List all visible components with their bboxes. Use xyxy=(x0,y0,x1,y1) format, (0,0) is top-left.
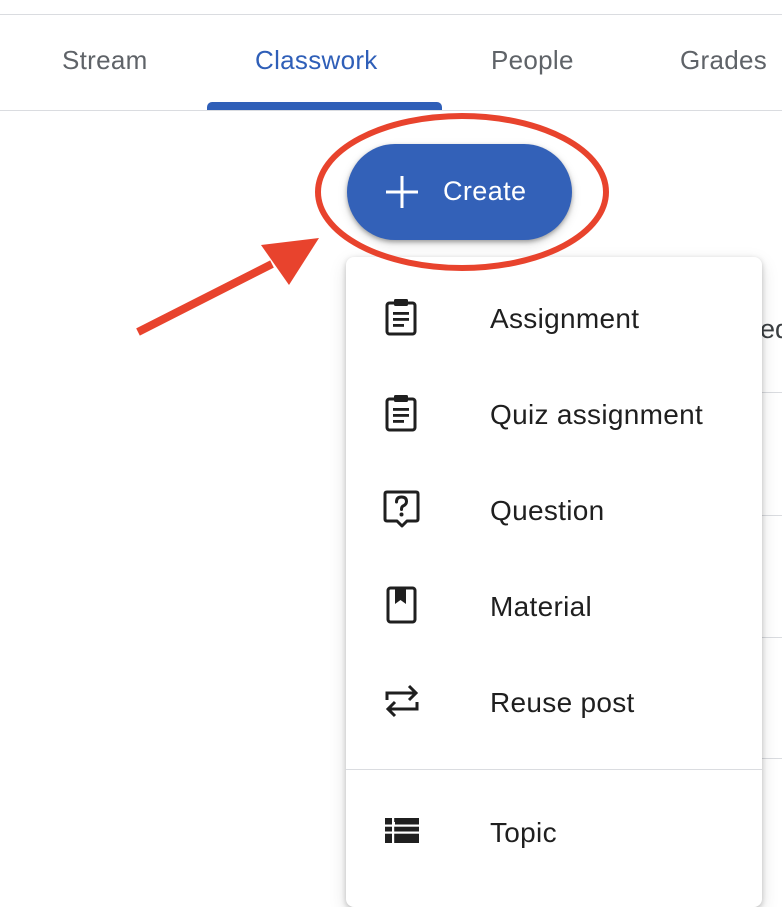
class-tabs: Stream Classwork People Grades xyxy=(0,15,782,111)
tab-people[interactable]: People xyxy=(491,45,574,76)
plus-icon xyxy=(386,176,418,208)
background-list-text: ed xyxy=(760,314,782,344)
tabs-divider xyxy=(0,110,782,111)
menu-item-reuse-post[interactable]: Reuse post xyxy=(346,657,762,753)
menu-item-quiz-assignment[interactable]: Quiz assignment xyxy=(346,369,762,465)
question-icon xyxy=(383,490,420,528)
arrow-head-icon xyxy=(261,238,319,285)
list-divider xyxy=(762,392,782,393)
menu-item-question[interactable]: Question xyxy=(346,465,762,561)
assignment-icon xyxy=(385,299,417,336)
list-divider xyxy=(762,637,782,638)
create-button[interactable]: Create xyxy=(347,144,572,240)
annotation-arrow-shaft xyxy=(136,260,274,336)
menu-item-label: Reuse post xyxy=(490,687,635,718)
reuse-post-icon xyxy=(385,684,419,718)
menu-item-label: Material xyxy=(490,591,592,622)
menu-item-assignment[interactable]: Assignment xyxy=(346,273,762,369)
menu-item-label: Assignment xyxy=(490,303,640,334)
menu-item-label: Topic xyxy=(490,817,557,848)
menu-item-label: Quiz assignment xyxy=(490,399,704,430)
tab-grades[interactable]: Grades xyxy=(680,45,767,76)
tab-classwork[interactable]: Classwork xyxy=(255,45,378,76)
menu-item-topic[interactable]: Topic xyxy=(346,787,762,883)
material-icon xyxy=(386,586,417,624)
menu-item-label: Question xyxy=(490,495,605,526)
menu-divider xyxy=(346,769,762,770)
menu-item-material[interactable]: Material xyxy=(346,561,762,657)
create-menu: Assignment Quiz assignment Question Mate… xyxy=(346,257,762,907)
create-button-label: Create xyxy=(443,176,527,206)
topic-icon xyxy=(385,818,419,843)
active-tab-indicator xyxy=(207,102,442,110)
list-divider xyxy=(762,758,782,759)
tab-stream[interactable]: Stream xyxy=(62,45,148,76)
list-divider xyxy=(762,515,782,516)
quiz-assignment-icon xyxy=(385,395,417,432)
